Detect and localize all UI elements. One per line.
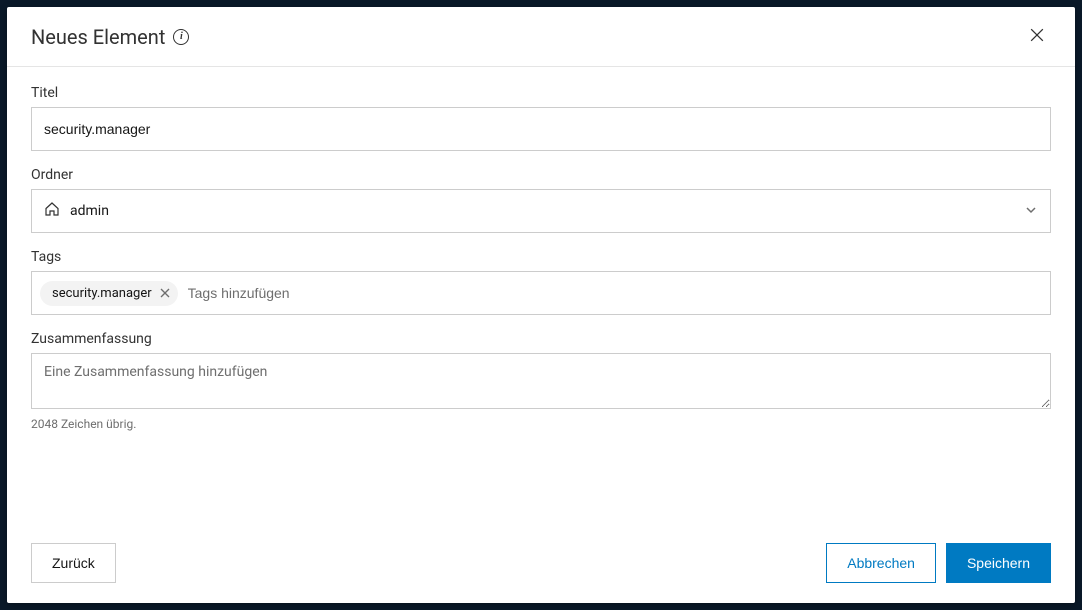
char-counter: 2048 Zeichen übrig. (31, 417, 1051, 431)
tag-chip: security.manager (40, 281, 178, 306)
chevron-down-icon (1024, 202, 1038, 221)
info-icon[interactable]: i (173, 29, 189, 45)
save-button[interactable]: Speichern (946, 543, 1051, 583)
title-group: Titel (31, 85, 1051, 151)
close-icon (160, 286, 170, 301)
tag-text: security.manager (52, 286, 152, 301)
tag-remove-button[interactable] (160, 286, 170, 301)
folder-select-left: admin (44, 201, 109, 221)
folder-value: admin (70, 203, 109, 219)
modal-body: Titel Ordner admin (7, 67, 1075, 529)
title-input[interactable] (31, 107, 1051, 151)
summary-label: Zusammenfassung (31, 331, 1051, 347)
cancel-button[interactable]: Abbrechen (826, 543, 936, 583)
footer-right: Abbrechen Speichern (826, 543, 1051, 583)
tags-group: Tags security.manager (31, 249, 1051, 315)
folder-label: Ordner (31, 167, 1051, 183)
folder-select[interactable]: admin (31, 189, 1051, 233)
title-label: Titel (31, 85, 1051, 101)
modal-header: Neues Element i (7, 7, 1075, 67)
tags-container[interactable]: security.manager (31, 271, 1051, 315)
home-icon (44, 201, 60, 221)
close-button[interactable] (1023, 21, 1051, 52)
tags-input[interactable] (184, 281, 1042, 305)
back-button[interactable]: Zurück (31, 543, 116, 583)
modal-footer: Zurück Abbrechen Speichern (7, 529, 1075, 603)
modal-title: Neues Element (31, 25, 165, 49)
summary-textarea[interactable] (31, 353, 1051, 409)
modal-title-group: Neues Element i (31, 25, 189, 49)
tags-label: Tags (31, 249, 1051, 265)
close-icon (1027, 25, 1047, 48)
summary-group: Zusammenfassung 2048 Zeichen übrig. (31, 331, 1051, 431)
folder-group: Ordner admin (31, 167, 1051, 233)
new-element-modal: Neues Element i Titel Ordner (7, 7, 1075, 603)
